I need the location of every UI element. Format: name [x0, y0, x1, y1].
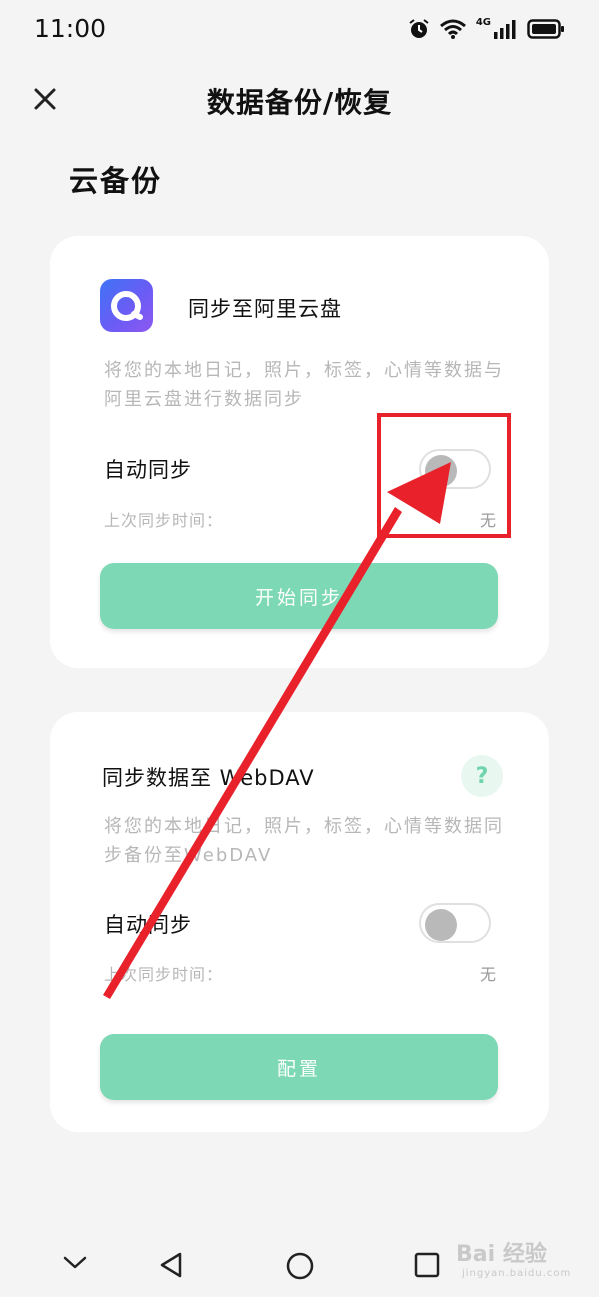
status-icons: 4G [408, 16, 565, 42]
webdav-last-sync-label: 上次同步时间： [104, 965, 224, 984]
webdav-card-description: 将您的本地日记，照片，标签，心情等数据同步备份至WebDAV [104, 816, 504, 866]
alarm-icon [409, 19, 429, 38]
watermark-logo: Bai 经验 [456, 1242, 547, 1267]
chevron-down-icon[interactable] [62, 1252, 88, 1272]
home-icon[interactable] [285, 1251, 315, 1281]
annotation-highlight-box [377, 413, 511, 538]
aliyun-last-sync-label: 上次同步时间： [104, 511, 224, 530]
page-title: 数据备份/恢复 [206, 86, 393, 119]
section-title: 云备份 [69, 164, 163, 198]
aliyun-card-description: 将您的本地日记，照片，标签，心情等数据与阿里云盘进行数据同步 [104, 360, 504, 410]
toggle-knob [425, 909, 457, 941]
configure-button[interactable]: 配置 [100, 1034, 498, 1100]
aliyun-drive-logo [100, 279, 153, 332]
aliyun-auto-sync-label: 自动同步 [104, 458, 192, 482]
wifi-icon [439, 19, 466, 39]
webdav-auto-sync-label: 自动同步 [104, 913, 192, 937]
aliyun-drive-icon [111, 291, 143, 321]
start-sync-button[interactable]: 开始同步 [100, 563, 498, 629]
back-icon[interactable] [158, 1251, 184, 1279]
signal-icon [494, 20, 516, 39]
webdav-last-sync-value: 无 [479, 965, 496, 984]
recents-icon[interactable] [414, 1252, 440, 1278]
webdav-help-button[interactable]: ? [461, 755, 503, 797]
network-type-label: 4G [475, 16, 491, 28]
status-time: 11:00 [34, 14, 107, 43]
webdav-card-heading: 同步数据至 WebDAV [102, 766, 315, 790]
aliyun-card-heading: 同步至阿里云盘 [188, 297, 342, 321]
watermark-url: jingyan.baidu.com [462, 1268, 572, 1279]
webdav-auto-sync-toggle[interactable] [419, 903, 491, 943]
battery-icon [527, 19, 564, 39]
